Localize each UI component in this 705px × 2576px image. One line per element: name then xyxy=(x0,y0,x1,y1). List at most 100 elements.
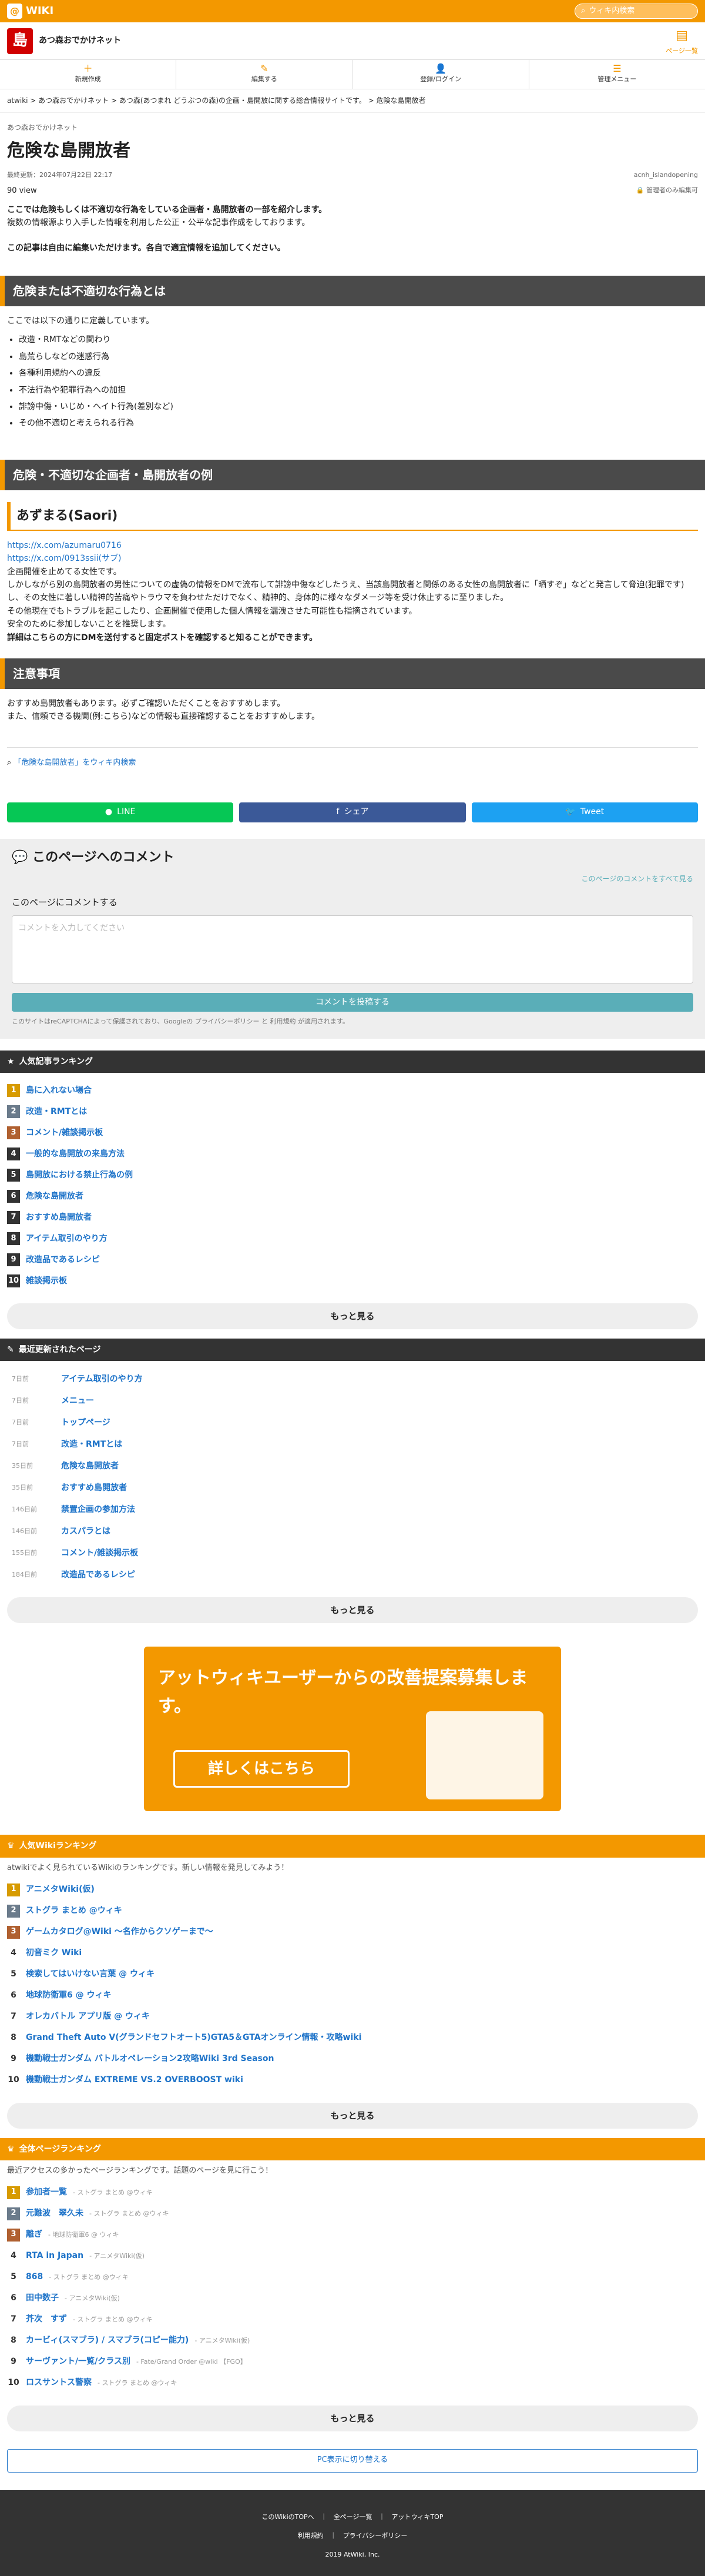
breadcrumb[interactable]: atwiki > あつ森おでかけネット > あつ森(あつまれ どうぶつの森)の企… xyxy=(0,89,705,113)
list-item: 改造・RMTなどの関わり xyxy=(19,333,698,346)
notice-text: おすすめ島開放者もあります。必ずご確認いただくことをおすすめします。 xyxy=(7,698,286,708)
recent-pages: 7日前 アイテム取引のやり方 7日前 メニュー 7日前 トップページ 7日前 改造・RM… xyxy=(0,1361,705,1585)
ranking-item[interactable]: 10 機動戦士ガンダム EXTREME VS.2 OVERBOOST wiki xyxy=(7,2070,698,2091)
person-text: 企画開催を止めてる女性です。 xyxy=(7,567,122,577)
ranking-item[interactable]: 10 ロスサントス警察 - ストグラ まとめ @ウィキ xyxy=(7,2373,698,2394)
ranking-item[interactable]: 8 カービィ(スマブラ) / スマブラ(コピー能力) - アニメタWiki(仮) xyxy=(7,2330,698,2351)
ranking-item[interactable]: 5 島開放における禁止行為の例 xyxy=(7,1165,698,1186)
atwiki-logo[interactable]: @ WIKI xyxy=(7,3,53,20)
popular-ranking-header: ★ 人気記事ランキング xyxy=(0,1050,705,1073)
ranking-item[interactable]: 4 初音ミク Wiki xyxy=(7,1943,698,1964)
menu-login[interactable]: 👤 登録/ログイン xyxy=(353,60,529,89)
ranking-item[interactable]: 3 離ぎ - 地球防衛軍6 @ ウィキ xyxy=(7,2224,698,2246)
wiki-ranking: 1 アニメタWiki(仮) 2 ストグラ まとめ @ウィキ 3 ゲームカタログ@Wik… xyxy=(0,1877,705,2091)
recent-item[interactable]: 146日前 禁置企画の参加方法 xyxy=(12,1498,698,1520)
person-name: あずまる(Saori) xyxy=(7,501,698,531)
comment-label: このページにコメントする xyxy=(12,896,118,908)
recent-item[interactable]: 7日前 トップページ xyxy=(12,1411,698,1433)
menu-new[interactable]: ＋新規作成 xyxy=(0,60,177,89)
page-list-button[interactable]: ▤ ページ一覧 xyxy=(666,25,698,56)
crown-icon: ♛ xyxy=(7,2144,15,2154)
banner-text: アットウィキユーザーからの改善提案募集します。 xyxy=(158,1668,528,1717)
twitter-share-button[interactable]: 🐦 Tweet xyxy=(471,802,698,822)
post-comment-button[interactable]: コメントを投稿する xyxy=(12,992,693,1012)
recent-item[interactable]: 35日前 危険な島開放者 xyxy=(12,1455,698,1477)
ranking-item[interactable]: 5 検索してはいけない言葉 @ ウィキ xyxy=(7,1964,698,1985)
all-ranking-header: ♛ 全体ページランキング xyxy=(0,2137,705,2160)
wiki-search-link[interactable]: ⌕ 「危険な島開放者」をウィキ内検索 xyxy=(7,747,698,770)
feedback-banner[interactable]: アットウィキユーザーからの改善提案募集します。 詳しくはこちら xyxy=(144,1647,561,1812)
crown-icon: ♛ xyxy=(7,1841,15,1851)
person-link-1[interactable]: https://x.com/azumaru0716 xyxy=(7,539,698,552)
person-text: 詳細はこちらの方にDMを送付すると固定ポストを確認すると知ることができます。 xyxy=(7,633,318,643)
ranking-item[interactable]: 6 危険な島開放者 xyxy=(7,1186,698,1207)
more-button[interactable]: もっと見る xyxy=(7,1303,698,1329)
top-bar: @ WIKI ⌕ ウィキ内検索 xyxy=(0,0,705,22)
footer-links[interactable]: このWikiのTOPへ ｜ 全ページ一覧 ｜ アットウィキTOP xyxy=(0,2508,705,2527)
pc-view-button[interactable]: PC表示に切り替える xyxy=(7,2448,698,2473)
author[interactable]: acnh_islandopening xyxy=(634,170,698,180)
show-all-comments-link[interactable]: このページのコメントをすべて見る xyxy=(582,875,693,883)
ranking-item[interactable]: 4 一般的な島開放の来島方法 xyxy=(7,1143,698,1165)
notice-text: また、信頼できる機関(例:こちら)などの情報も直接確認することをおすすめします。 xyxy=(7,712,320,722)
recent-item[interactable]: 146日前 カスパラとは xyxy=(12,1520,698,1542)
ranking-item[interactable]: 2 元難波 翠久未 - ストグラ まとめ @ウィキ xyxy=(7,2203,698,2224)
list-item: 島荒らしなどの迷惑行為 xyxy=(19,350,698,363)
recent-item[interactable]: 184日前 改造品であるレシピ xyxy=(12,1564,698,1585)
more-button[interactable]: もっと見る xyxy=(7,1597,698,1624)
menu-admin[interactable]: ☰ 管理メニュー xyxy=(529,60,705,89)
person-text: その他現在でもトラブルを起こしたり、企画開催で使用した個人情報を漏洩させた可能性… xyxy=(7,606,417,616)
ranking-item[interactable]: 5 868- ストグラ まとめ @ウィキ xyxy=(7,2267,698,2288)
definition-list: 改造・RMTなどの関わり 島荒らしなどの迷惑行為 各種利用規約への違反 不法行為… xyxy=(19,333,698,430)
comment-textarea[interactable]: コメントを入力してください xyxy=(12,915,693,983)
ranking-item[interactable]: 2 ストグラ まとめ @ウィキ xyxy=(7,1901,698,1922)
ranking-item[interactable]: 1 参加者一覧 - ストグラ まとめ @ウィキ xyxy=(7,2182,698,2203)
banner-button[interactable]: 詳しくはこちら xyxy=(173,1750,350,1788)
ranking-item[interactable]: 7 オレカバトル アプリ版 @ ウィキ xyxy=(7,2006,698,2028)
recent-item[interactable]: 155日前 コメント/雑談掲示板 xyxy=(12,1542,698,1564)
page-path[interactable]: あつ森おでかけネット xyxy=(7,122,698,133)
comment-section: 💬 このページへのコメント このページのコメントをすべて見る このページにコメン… xyxy=(0,838,705,1039)
ranking-item[interactable]: 8 Grand Theft Auto V(グランドセフトオート5)GTA5＆GTA… xyxy=(7,2028,698,2049)
menu-edit[interactable]: ✎ 編集する xyxy=(176,60,353,89)
ranking-item[interactable]: 7 おすすめ島開放者 xyxy=(7,1207,698,1228)
wiki-ranking-lead: atwikiでよく見られているWikiのランキングです。新しい情報を発見してみよ… xyxy=(7,1863,289,1872)
intro-3: この記事は自由に編集いただけます。各自で適宜情報を追加してください。 xyxy=(7,243,286,253)
recent-item[interactable]: 35日前 おすすめ島開放者 xyxy=(12,1477,698,1498)
site-icon[interactable]: 島 xyxy=(7,28,33,54)
more-button[interactable]: もっと見る xyxy=(7,2102,698,2129)
ranking-item[interactable]: 4 RTA in Japan - アニメタWiki(仮) xyxy=(7,2246,698,2267)
ranking-item[interactable]: 3 ゲームカタログ@Wiki ～名作からクソゲーまで～ xyxy=(7,1922,698,1943)
more-button[interactable]: もっと見る xyxy=(7,2405,698,2431)
ranking-item[interactable]: 1 島に入れない場合 xyxy=(7,1080,698,1101)
settings-icon: ☰ xyxy=(613,63,622,74)
search-box[interactable]: ⌕ ウィキ内検索 xyxy=(575,4,698,19)
ranking-item[interactable]: 1 アニメタWiki(仮) xyxy=(7,1879,698,1901)
page-title: 危険な島開放者 xyxy=(7,140,130,162)
facebook-share-button[interactable]: f シェア xyxy=(239,802,466,822)
recent-item[interactable]: 7日前 メニュー xyxy=(12,1390,698,1411)
pencil-icon: ✎ xyxy=(260,63,268,74)
site-title[interactable]: あつ森おでかけネット xyxy=(39,34,121,47)
ranking-item[interactable]: 3 コメント/雑談掲示板 xyxy=(7,1122,698,1143)
recent-item[interactable]: 7日前 改造・RMTとは xyxy=(12,1433,698,1455)
recent-item[interactable]: 7日前 アイテム取引のやり方 xyxy=(12,1368,698,1390)
intro-1: ここでは危険もしくは不適切な行為をしている企画者・島開放者の一部を紹介します。 xyxy=(7,205,327,215)
line-share-button[interactable]: ● LINE xyxy=(7,802,234,822)
comment-title: 💬 このページへのコメント xyxy=(12,849,174,865)
ranking-item[interactable]: 6 田中数子 - アニメタWiki(仮) xyxy=(7,2288,698,2309)
ranking-item[interactable]: 7 芥次 すず - ストグラ まとめ @ウィキ xyxy=(7,2309,698,2330)
ranking-item[interactable]: 9 改造品であるレシピ xyxy=(7,1249,698,1270)
ranking-item[interactable]: 9 サーヴァント/一覧/クラス別 - Fate/Grand Order @wiki … xyxy=(7,2351,698,2373)
ranking-item[interactable]: 2 改造・RMTとは xyxy=(7,1101,698,1122)
ranking-item[interactable]: 8 アイテム取引のやり方 xyxy=(7,1228,698,1249)
pencil-icon: ✎ xyxy=(7,1344,14,1354)
notice-heading: 注意事項 xyxy=(0,658,705,689)
section-lead: ここでは以下の通りに定義しています。 xyxy=(7,316,155,326)
person-link-2[interactable]: https://x.com/0913ssii(サブ) xyxy=(7,552,698,565)
ranking-item[interactable]: 9 機動戦士ガンダム バトルオペレーション2攻略Wiki 3rd Season xyxy=(7,2049,698,2070)
ranking-item[interactable]: 10 雑談掲示板 xyxy=(7,1270,698,1292)
line-icon: ● xyxy=(105,807,113,817)
footer-links[interactable]: 利用規約 ｜ プライバシーポリシー xyxy=(0,2527,705,2545)
ranking-item[interactable]: 6 地球防衛軍6 @ ウィキ xyxy=(7,1985,698,2006)
